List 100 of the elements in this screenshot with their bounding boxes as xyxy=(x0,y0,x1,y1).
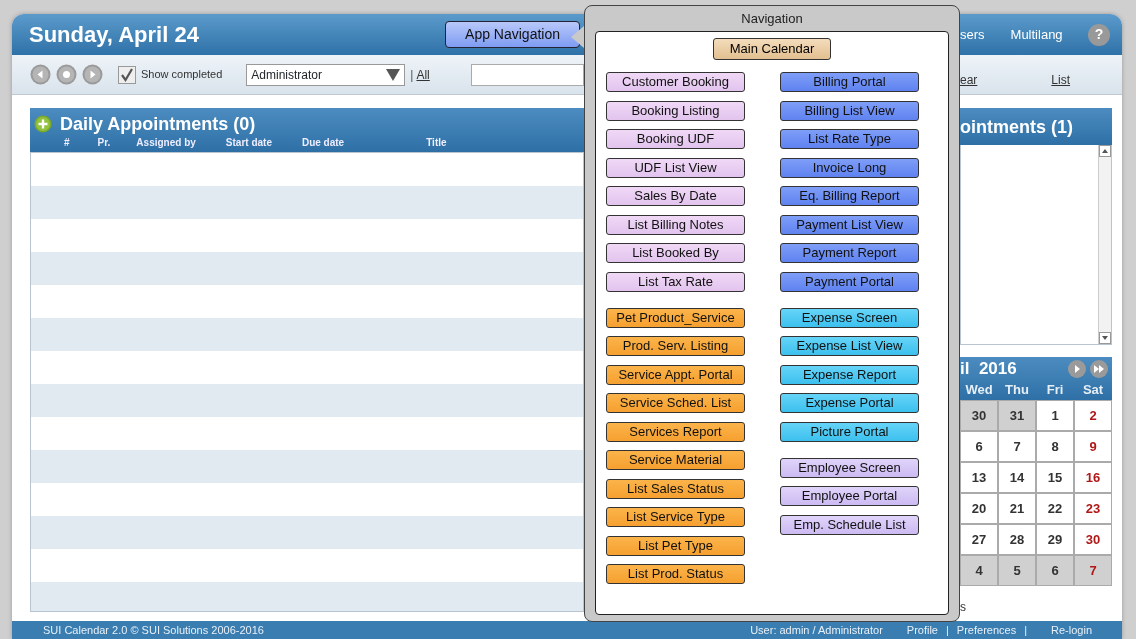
main-calendar-button[interactable]: Main Calendar xyxy=(713,38,831,60)
navigation-button[interactable]: List Rate Type xyxy=(780,129,919,149)
search-field[interactable] xyxy=(471,63,584,86)
show-completed-label: Show completed xyxy=(141,67,223,83)
column-header[interactable]: Title xyxy=(426,137,447,149)
view-link[interactable]: List xyxy=(1051,71,1071,89)
navigation-button[interactable]: Eq. Billing Report xyxy=(780,186,919,206)
calendar-day[interactable]: 28 xyxy=(998,524,1036,555)
navigation-button[interactable]: Pet Product_Service xyxy=(606,307,745,328)
calendar-day[interactable]: 27 xyxy=(960,524,998,555)
scroll-down-icon[interactable] xyxy=(1099,332,1111,344)
navigation-button[interactable]: Service Appt. Portal xyxy=(606,364,745,385)
navigation-button[interactable]: Payment Report xyxy=(780,243,919,263)
popover-title: Navigation xyxy=(740,10,804,28)
column-header[interactable]: Due date xyxy=(301,137,345,149)
navigation-button[interactable]: List Service Type xyxy=(606,507,745,527)
show-completed-checkbox[interactable] xyxy=(118,65,136,84)
footer-link[interactable]: Preferences xyxy=(956,621,1017,639)
view-link[interactable]: ear xyxy=(960,71,978,89)
calendar-day[interactable]: 15 xyxy=(1036,462,1074,493)
navigation-button[interactable]: Expense List View xyxy=(780,336,919,356)
navigation-button[interactable]: Billing Portal xyxy=(780,72,919,92)
calendar-day[interactable]: 1 xyxy=(1036,400,1074,431)
navigation-button[interactable]: Sales By Date xyxy=(606,186,745,206)
navigation-button[interactable]: Employee Portal xyxy=(780,486,919,506)
column-header[interactable]: Assigned by xyxy=(136,137,196,149)
next-year-icon[interactable] xyxy=(1090,359,1108,378)
navigation-button[interactable]: Service Sched. List xyxy=(606,393,745,413)
calendar-day[interactable]: 13 xyxy=(960,462,998,493)
navigation-button[interactable]: List Booked By xyxy=(606,243,745,263)
scroll-up-icon[interactable] xyxy=(1099,145,1111,157)
legend-text: s xyxy=(960,599,967,616)
calendar-day[interactable]: 21 xyxy=(998,493,1036,524)
navigation-button[interactable]: Services Report xyxy=(606,421,745,442)
navigation-button[interactable]: Booking Listing xyxy=(606,100,745,121)
navigation-button[interactable]: Prod. Serv. Listing xyxy=(606,336,745,356)
calendar-day[interactable]: 22 xyxy=(1036,493,1074,524)
weekday-label: Thu xyxy=(1004,381,1030,399)
navigation-button[interactable]: Service Material xyxy=(606,450,745,470)
header-link[interactable]: sers xyxy=(960,24,985,45)
user-text: User: admin / Administrator xyxy=(750,622,883,638)
footer-link[interactable]: Re-login xyxy=(1051,621,1092,639)
calendar-day[interactable]: 7 xyxy=(1074,555,1112,586)
copyright-text: SUI Calendar 2.0 © SUI Solutions 2006-2016 xyxy=(43,622,264,638)
calendar-day[interactable]: 9 xyxy=(1074,431,1112,462)
panel-title: ointments (1) xyxy=(960,116,1074,139)
navigation-button[interactable]: List Billing Notes xyxy=(606,214,745,235)
calendar-title: il 2016 xyxy=(960,357,1017,380)
all-link[interactable]: All xyxy=(416,65,430,84)
add-icon[interactable] xyxy=(34,115,52,133)
navigation-button[interactable]: List Sales Status xyxy=(606,478,745,499)
navigation-button[interactable]: Emp. Schedule List xyxy=(780,514,919,535)
column-header[interactable]: Start date xyxy=(225,137,272,149)
navigation-button[interactable]: Payment List View xyxy=(780,214,919,235)
back-icon[interactable] xyxy=(30,64,51,85)
calendar-day[interactable]: 20 xyxy=(960,493,998,524)
forward-icon[interactable] xyxy=(82,64,103,85)
calendar-day[interactable]: 6 xyxy=(1036,555,1074,586)
weekday-label: Wed xyxy=(964,381,994,399)
navigation-button[interactable]: Payment Portal xyxy=(780,271,919,292)
calendar-day[interactable]: 23 xyxy=(1074,493,1112,524)
calendar-day[interactable]: 30 xyxy=(960,400,998,431)
navigation-button[interactable]: Booking UDF xyxy=(606,129,745,149)
navigation-button[interactable]: Expense Portal xyxy=(780,393,919,413)
app-navigation-button[interactable]: App Navigation xyxy=(445,21,580,48)
navigation-button[interactable]: Expense Screen xyxy=(780,307,919,328)
scrollbar[interactable] xyxy=(1098,145,1111,344)
navigation-button[interactable]: UDF List View xyxy=(606,157,745,178)
separator: | xyxy=(946,622,949,638)
calendar-day[interactable]: 8 xyxy=(1036,431,1074,462)
navigation-button[interactable]: List Prod. Status xyxy=(606,564,745,584)
next-month-icon[interactable] xyxy=(1068,359,1086,378)
weekday-label: Fri xyxy=(1045,381,1065,399)
separator: | xyxy=(1024,622,1028,638)
today-icon[interactable] xyxy=(56,64,77,85)
calendar-day[interactable]: 4 xyxy=(960,555,998,586)
navigation-button[interactable]: Employee Screen xyxy=(780,457,919,478)
calendar-day[interactable]: 30 xyxy=(1074,524,1112,555)
header-link[interactable]: Multilang xyxy=(1010,24,1063,45)
calendar-day[interactable]: 29 xyxy=(1036,524,1074,555)
navigation-button[interactable]: Customer Booking xyxy=(606,72,745,92)
column-header[interactable]: # xyxy=(64,137,70,149)
navigation-button[interactable]: Picture Portal xyxy=(780,421,919,442)
calendar-day[interactable]: 31 xyxy=(998,400,1036,431)
separator: | xyxy=(410,66,414,84)
calendar-day[interactable]: 2 xyxy=(1074,400,1112,431)
navigation-button[interactable]: Billing List View xyxy=(780,100,919,121)
navigation-button[interactable]: Expense Report xyxy=(780,364,919,385)
user-select[interactable]: Administrator xyxy=(246,63,406,86)
page-title: Sunday, April 24 xyxy=(29,21,199,49)
footer-link[interactable]: Profile xyxy=(906,621,938,639)
calendar-day[interactable]: 7 xyxy=(998,431,1036,462)
column-header[interactable]: Pr. xyxy=(97,137,111,149)
navigation-button[interactable]: Invoice Long xyxy=(780,157,919,178)
navigation-button[interactable]: List Tax Rate xyxy=(606,271,745,292)
calendar-day[interactable]: 6 xyxy=(960,431,998,462)
calendar-day[interactable]: 16 xyxy=(1074,462,1112,493)
calendar-day[interactable]: 14 xyxy=(998,462,1036,493)
calendar-day[interactable]: 5 xyxy=(998,555,1036,586)
navigation-button[interactable]: List Pet Type xyxy=(606,535,745,556)
